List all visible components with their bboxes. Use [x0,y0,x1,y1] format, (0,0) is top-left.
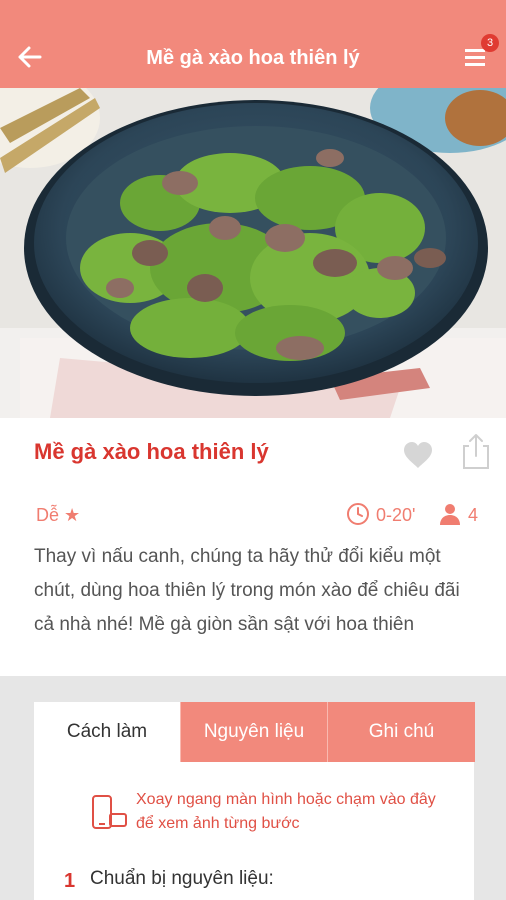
step-text: Chuẩn bị nguyên liệu: [90,868,274,889]
recipe-title: Mề gà xào hoa thiên lý [34,439,269,464]
share-button[interactable] [460,432,492,470]
step-number: 1 [64,870,76,892]
servings-count: 4 [468,505,479,525]
rotate-hint[interactable]: Xoay ngang màn hình hoặc chạm vào đây để… [136,788,436,836]
favorite-button[interactable] [402,440,434,470]
notification-badge: 3 [481,34,499,52]
difficulty-label: Dễ ★ [36,505,81,525]
description-fade [0,640,506,676]
arrow-left-icon [18,46,42,68]
header-title: Mề gà xào hoa thiên lý [146,47,360,69]
back-button[interactable] [14,40,48,74]
app-header: Mề gà xào hoa thiên lý 3 [0,0,506,88]
person-icon [438,502,462,526]
tab-ghi-chu[interactable]: Ghi chú [327,702,475,762]
recipe-photo [0,88,506,418]
recipe-tabs-card: Cách làm Nguyên liệu Ghi chú Xoay ngang … [34,702,475,900]
tab-nguyen-lieu[interactable]: Nguyên liệu [180,702,327,762]
heart-icon [404,442,432,468]
cook-time: 0-20' [376,505,416,525]
clock-icon [346,502,370,526]
recipe-description[interactable]: Thay vì nấu canh, chúng ta hãy thử đổi k… [34,540,474,652]
share-icon [463,434,489,469]
rotate-phone-icon[interactable] [88,794,128,834]
tab-cach-lam[interactable]: Cách làm [34,702,180,762]
